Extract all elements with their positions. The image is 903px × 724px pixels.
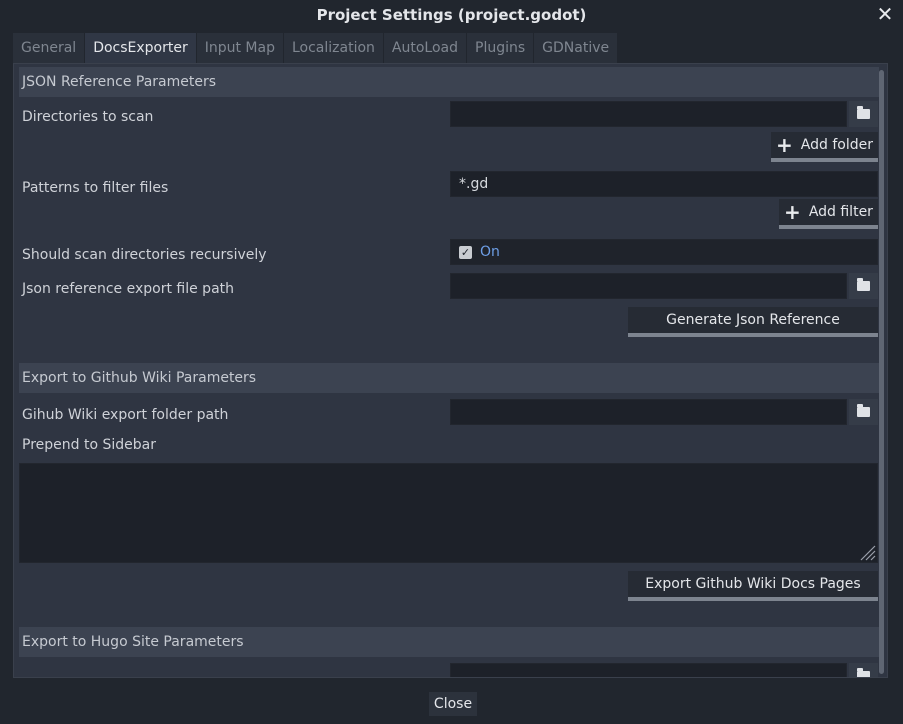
tab-bar: General DocsExporter Input Map Localizat…: [13, 33, 619, 63]
recursive-toggle[interactable]: ✓ On: [450, 239, 878, 265]
settings-panel: JSON Reference Parameters Directories to…: [13, 63, 888, 678]
hugo-section-header: Export to Hugo Site Parameters: [19, 627, 879, 657]
export-path-field[interactable]: [450, 273, 847, 299]
add-filter-label: Add filter: [808, 204, 873, 220]
add-folder-button[interactable]: + Add folder: [771, 132, 878, 162]
patterns-field[interactable]: *.gd: [450, 171, 878, 197]
titlebar: Project Settings (project.godot) ✕: [0, 0, 903, 30]
add-folder-label: Add folder: [800, 137, 873, 153]
folder-icon: [857, 404, 870, 417]
vertical-scrollbar[interactable]: [879, 70, 884, 674]
project-settings-window: Project Settings (project.godot) ✕ Gener…: [0, 0, 903, 724]
window-title: Project Settings (project.godot): [316, 6, 587, 24]
generate-json-button[interactable]: Generate Json Reference: [628, 307, 878, 337]
wiki-section-header: Export to Github Wiki Parameters: [19, 363, 879, 393]
wiki-folder-field[interactable]: [450, 399, 847, 425]
hugo-folder-field[interactable]: [450, 663, 847, 677]
tab-plugins[interactable]: Plugins: [467, 33, 535, 63]
close-button[interactable]: Close: [429, 692, 477, 716]
tab-input-map[interactable]: Input Map: [196, 33, 284, 63]
add-filter-button[interactable]: + Add filter: [779, 199, 878, 229]
tab-localization[interactable]: Localization: [283, 33, 384, 63]
wiki-folder-label: Gihub Wiki export folder path: [22, 407, 229, 423]
directories-label: Directories to scan: [22, 109, 154, 125]
directories-browse-button[interactable]: [849, 101, 878, 127]
prepend-sidebar-textarea[interactable]: [19, 463, 878, 563]
tab-gdnative[interactable]: GDNative: [534, 33, 619, 63]
resize-grip-icon[interactable]: [858, 543, 876, 561]
recursive-label: Should scan directories recursively: [22, 247, 267, 263]
wiki-folder-browse-button[interactable]: [849, 399, 878, 425]
tab-docsexporter[interactable]: DocsExporter: [85, 33, 197, 63]
tab-autoload[interactable]: AutoLoad: [383, 33, 467, 63]
folder-icon: [857, 278, 870, 291]
recursive-value: On: [480, 244, 500, 260]
hugo-folder-browse-button[interactable]: [849, 663, 878, 677]
json-section-header: JSON Reference Parameters: [19, 67, 879, 97]
tab-general[interactable]: General: [13, 33, 86, 63]
directories-field[interactable]: [450, 101, 847, 127]
prepend-sidebar-label: Prepend to Sidebar: [22, 437, 156, 453]
export-path-label: Json reference export file path: [22, 281, 235, 297]
patterns-label: Patterns to filter files: [22, 180, 169, 196]
export-path-browse-button[interactable]: [849, 273, 878, 299]
folder-icon: [857, 668, 870, 677]
close-icon[interactable]: ✕: [875, 3, 895, 25]
checkbox-icon: ✓: [459, 245, 472, 259]
export-wiki-button[interactable]: Export Github Wiki Docs Pages: [628, 571, 878, 601]
folder-icon: [857, 106, 870, 119]
plus-icon: +: [776, 133, 793, 157]
plus-icon: +: [784, 200, 801, 224]
scrollbar-thumb[interactable]: [879, 70, 884, 674]
